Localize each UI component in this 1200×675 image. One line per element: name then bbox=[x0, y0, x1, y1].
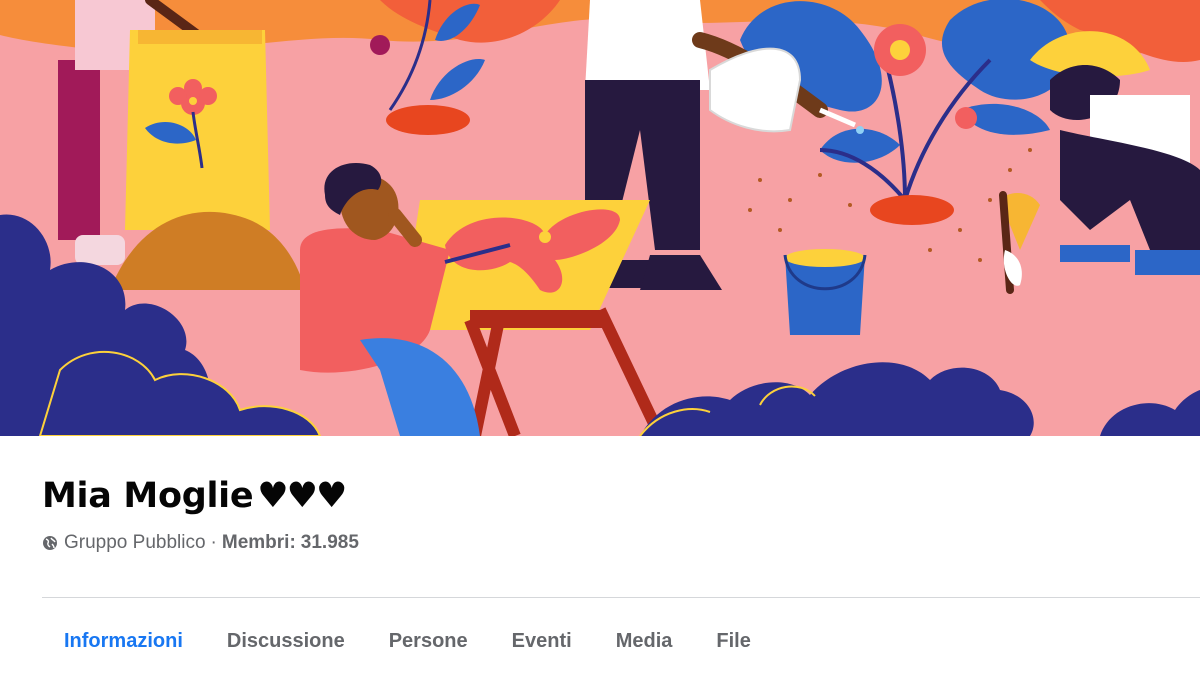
cover-illustration bbox=[0, 0, 1200, 436]
members-label[interactable]: Membri: bbox=[222, 532, 296, 554]
group-name[interactable]: Mia Moglie bbox=[42, 472, 254, 520]
tab-informazioni[interactable]: Informazioni bbox=[42, 614, 205, 659]
globe-icon bbox=[42, 535, 58, 551]
meta-separator: · bbox=[210, 532, 217, 553]
group-title[interactable]: Mia Moglie ♥♥♥ bbox=[42, 472, 359, 520]
cover-photo[interactable] bbox=[0, 0, 1200, 436]
tab-media[interactable]: Media bbox=[594, 614, 695, 659]
tab-file[interactable]: File bbox=[694, 614, 772, 659]
tab-persone[interactable]: Persone bbox=[367, 614, 490, 659]
group-info: Mia Moglie ♥♥♥ Gruppo Pubblico · Membri: … bbox=[42, 472, 359, 554]
hearts-emoji: ♥♥♥ bbox=[257, 476, 347, 516]
privacy-label[interactable]: Gruppo Pubblico bbox=[64, 532, 206, 554]
tab-eventi[interactable]: Eventi bbox=[490, 614, 594, 659]
divider bbox=[42, 597, 1200, 598]
group-tabs: Informazioni Discussione Persone Eventi … bbox=[42, 614, 773, 675]
tab-discussione[interactable]: Discussione bbox=[205, 614, 367, 659]
members-count[interactable]: 31.985 bbox=[301, 532, 359, 554]
group-meta: Gruppo Pubblico · Membri: 31.985 bbox=[42, 532, 359, 554]
